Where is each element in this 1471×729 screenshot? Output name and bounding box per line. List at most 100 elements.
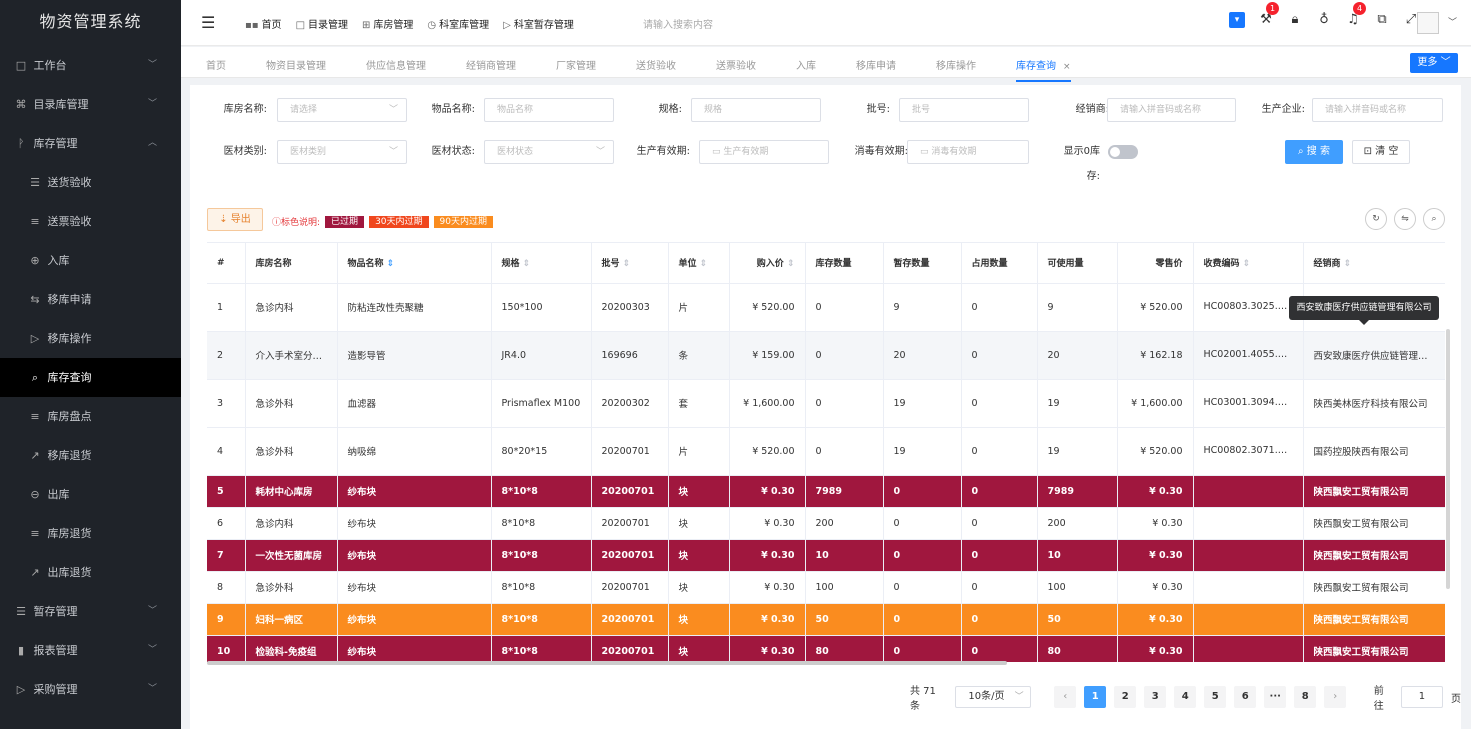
- sort-icon[interactable]: ⇕: [520, 259, 531, 269]
- table-row[interactable]: 1 急诊内科 防粘连改性壳聚糖 150*100 20200303 片 ¥ 520.00 0 9 0…: [207, 283, 1445, 332]
- column-header[interactable]: 收费编码 ⇕: [1193, 243, 1304, 284]
- clear-button[interactable]: ⊡ 清 空: [1352, 140, 1410, 164]
- goto-page-input[interactable]: 1: [1400, 686, 1443, 708]
- avatar[interactable]: [1417, 12, 1439, 34]
- sidebar-item[interactable]: □ 工作台 ﹀: [0, 46, 181, 85]
- sidebar-item[interactable]: ⇆ 移库申请: [0, 280, 181, 319]
- column-header[interactable]: 占用数量: [961, 243, 1038, 284]
- header-search-input[interactable]: 请输入搜索内容: [643, 16, 713, 31]
- page-number-button[interactable]: 2: [1114, 686, 1137, 708]
- page-tab[interactable]: 物资目录管理: [266, 57, 326, 82]
- sidebar-item[interactable]: ⊖ 出库: [0, 475, 181, 514]
- page-size-select[interactable]: 10条/页 ﹀: [955, 686, 1031, 708]
- page-number-button[interactable]: 4: [1174, 686, 1197, 708]
- page-number-button[interactable]: 8: [1294, 686, 1317, 708]
- column-header[interactable]: #: [207, 243, 246, 284]
- lock-icon[interactable]: 🔒︎: [1287, 12, 1303, 28]
- column-header[interactable]: 暂存数量: [883, 243, 962, 284]
- table-row[interactable]: 4 急诊外科 纳吸绵 80*20*15 20200701 片 ¥ 520.00 0 19 0 19 ¥…: [207, 427, 1445, 476]
- more-tabs-button[interactable]: 更多 ﹀: [1410, 53, 1458, 73]
- page-tab[interactable]: 移库操作: [936, 57, 976, 82]
- refresh-icon[interactable]: ↻: [1365, 208, 1387, 230]
- top-nav-item[interactable]: ▪▪ 首页: [245, 16, 282, 31]
- sidebar-item[interactable]: ☰ 送货验收: [0, 163, 181, 202]
- batch-input[interactable]: 批号: [899, 98, 1029, 122]
- table-row[interactable]: 7 一次性无菌库房 纱布块 8*10*8 20200701 块 ¥ 0.30 10 0 0 10 ¥ …: [207, 539, 1445, 572]
- sort-icon[interactable]: ⇕: [620, 259, 631, 269]
- vertical-scrollbar[interactable]: [1446, 329, 1450, 589]
- horizontal-scrollbar[interactable]: [207, 661, 1007, 665]
- column-header[interactable]: 库存数量: [805, 243, 884, 284]
- search-icon[interactable]: ⌕: [1423, 208, 1445, 230]
- expiry-date-picker[interactable]: ▭ 生产有效期: [699, 140, 829, 164]
- page-tab-active[interactable]: 库存查询 ×: [1016, 57, 1071, 82]
- page-tab[interactable]: 经销商管理: [466, 57, 516, 82]
- next-page-button[interactable]: ›: [1324, 686, 1347, 708]
- sidebar-item[interactable]: ⌘ 目录库管理 ﹀: [0, 85, 181, 124]
- top-nav-item[interactable]: ◷ 科室库管理: [427, 16, 489, 31]
- sidebar-item[interactable]: ⊕ 入库: [0, 241, 181, 280]
- prev-page-button[interactable]: ‹: [1054, 686, 1077, 708]
- sort-icon[interactable]: ⇕: [697, 259, 708, 269]
- sort-icon[interactable]: ⇕: [1240, 259, 1251, 269]
- page-tab[interactable]: 首页: [206, 57, 226, 82]
- page-number-button[interactable]: ···: [1264, 686, 1287, 708]
- status-select[interactable]: 医材状态 ﹀: [484, 140, 614, 164]
- column-header[interactable]: 可使用量: [1037, 243, 1118, 284]
- table-row[interactable]: 6 急诊内科 纱布块 8*10*8 20200701 块 ¥ 0.30 200 0 0 200 ¥ 0…: [207, 507, 1445, 540]
- hamburger-menu-icon[interactable]: ☰: [201, 13, 215, 32]
- column-header[interactable]: 经销商 ⇕: [1303, 243, 1445, 284]
- search-button[interactable]: ⌕ 搜 索: [1285, 140, 1343, 164]
- sort-icon[interactable]: ⇕: [384, 259, 395, 269]
- sidebar-item[interactable]: ≡ 库房盘点: [0, 397, 181, 436]
- top-nav-item[interactable]: □ 目录管理: [296, 16, 348, 31]
- bell-icon[interactable]: ♫ 4: [1345, 2, 1366, 28]
- table-row[interactable]: 9 妇科一病区 纱布块 8*10*8 20200701 块 ¥ 0.30 50 0 0 50 ¥ 0.…: [207, 603, 1445, 636]
- column-header[interactable]: 购入价 ⇕: [729, 243, 806, 284]
- sidebar-item[interactable]: ≡ 送票验收: [0, 202, 181, 241]
- warehouse-select[interactable]: 请选择 ﹀: [277, 98, 407, 122]
- sidebar-item[interactable]: ᚹ 库存管理 ︿: [0, 124, 181, 163]
- sidebar-item[interactable]: ⌕ 库存查询: [0, 358, 181, 397]
- page-tab[interactable]: 送票验收: [716, 57, 756, 82]
- table-row[interactable]: 10 检验科-免疫组 纱布块 8*10*8 20200701 块 ¥ 0.30 80 0 0 80 ¥…: [207, 635, 1445, 662]
- sidebar-item[interactable]: ▷ 采购管理 ﹀: [0, 670, 181, 709]
- category-select[interactable]: 医材类别 ﹀: [277, 140, 407, 164]
- page-number-button[interactable]: 1: [1084, 686, 1107, 708]
- page-number-button[interactable]: 5: [1204, 686, 1227, 708]
- sidebar-item[interactable]: ≡ 库房退货: [0, 514, 181, 553]
- table-row[interactable]: 3 急诊外科 血滤器 Prismaflex M100 20200302 套 ¥ 1,600.…: [207, 379, 1445, 428]
- sort-icon[interactable]: ⇕: [1341, 259, 1352, 269]
- page-tab[interactable]: 移库申请: [856, 57, 896, 82]
- tools-icon[interactable]: ⚒ 1: [1258, 2, 1279, 28]
- column-header[interactable]: 库房名称: [245, 243, 338, 284]
- page-number-button[interactable]: 3: [1144, 686, 1167, 708]
- sort-icon[interactable]: ⇕: [784, 259, 795, 269]
- column-header[interactable]: 规格 ⇕: [491, 243, 592, 284]
- screen-toggle-icon[interactable]: ▾: [1229, 12, 1245, 28]
- close-icon[interactable]: ×: [1063, 62, 1071, 72]
- chevron-down-icon[interactable]: ﹀: [1448, 15, 1457, 28]
- column-header[interactable]: 单位 ⇕: [668, 243, 730, 284]
- column-header[interactable]: 物品名称 ⇕: [337, 243, 492, 284]
- sidebar-item[interactable]: ↗ 移库退货: [0, 436, 181, 475]
- sidebar-item[interactable]: ▮ 报表管理 ﹀: [0, 631, 181, 670]
- disinfect-date-picker[interactable]: ▭ 消毒有效期: [907, 140, 1029, 164]
- page-number-button[interactable]: 6: [1234, 686, 1257, 708]
- page-tab[interactable]: 入库: [796, 57, 816, 82]
- column-header[interactable]: 零售价: [1117, 243, 1194, 284]
- filter-icon[interactable]: ⇋: [1394, 208, 1416, 230]
- page-tab[interactable]: 送货验收: [636, 57, 676, 82]
- maker-input[interactable]: 请输入拼音码或名称: [1312, 98, 1443, 122]
- language-icon[interactable]: ⧉: [1374, 12, 1390, 28]
- top-nav-item[interactable]: ⊞ 库房管理: [362, 16, 413, 31]
- item-name-input[interactable]: 物品名称: [484, 98, 614, 122]
- column-header[interactable]: 批号 ⇕: [591, 243, 669, 284]
- sidebar-item[interactable]: ↗ 出库退货: [0, 553, 181, 592]
- zero-stock-toggle[interactable]: [1108, 145, 1138, 159]
- table-row[interactable]: 5 耗材中心库房 纱布块 8*10*8 20200701 块 ¥ 0.30 7989 0 0 798…: [207, 475, 1445, 508]
- sidebar-item[interactable]: ☰ 暂存管理 ﹀: [0, 592, 181, 631]
- dealer-input[interactable]: 请输入拼音码或名称: [1107, 98, 1236, 122]
- table-row[interactable]: 8 急诊外科 纱布块 8*10*8 20200701 块 ¥ 0.30 100 0 0 100 ¥ 0…: [207, 571, 1445, 604]
- page-tab[interactable]: 厂家管理: [556, 57, 596, 82]
